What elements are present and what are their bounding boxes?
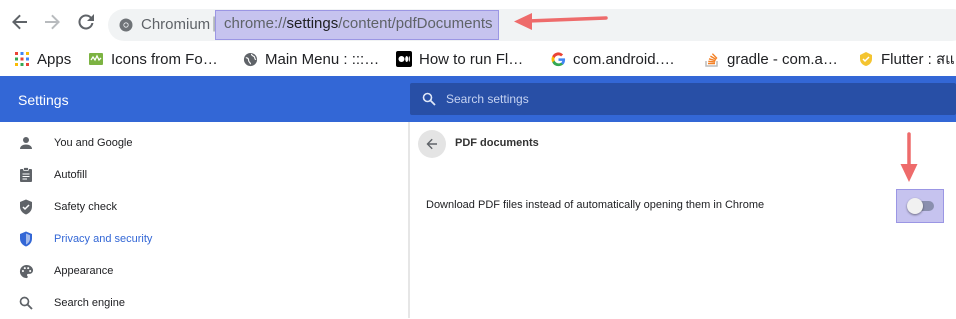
url-text[interactable]: chrome://settings/content/pdfDocuments	[224, 15, 493, 32]
palette-icon	[18, 263, 34, 279]
person-icon	[18, 135, 34, 151]
bookmark-label: Apps	[37, 50, 72, 68]
bookmark-bar: Apps Icons from Fo… Main Menu : :::… How…	[0, 44, 956, 74]
url-host: settings	[286, 15, 339, 32]
bookmark-label: Main Menu : :::…	[265, 50, 380, 68]
bookmark-how-to-run[interactable]: How to run Fl…	[396, 49, 523, 69]
bookmark-main-menu[interactable]: Main Menu : :::…	[242, 49, 379, 69]
sidebar-item-label: You and Google	[54, 137, 133, 149]
sidebar-item-safety-check[interactable]: Safety check	[0, 191, 408, 223]
sidebar-item-label: Safety check	[54, 201, 117, 213]
browser-toolbar: Chromium | chrome://settings/content/pdf…	[0, 0, 956, 44]
forward-arrow-icon[interactable]	[42, 12, 62, 32]
settings-sidebar: You and Google Autofill Safety check Pri…	[0, 122, 408, 318]
clipboard-icon	[18, 167, 34, 183]
sidebar-item-autofill[interactable]: Autofill	[0, 159, 408, 191]
shield-icon	[18, 231, 34, 247]
page-title: PDF documents	[455, 137, 539, 149]
bookmark-apps[interactable]: Apps	[14, 49, 71, 69]
search-icon	[422, 92, 436, 111]
shield-check-icon	[18, 199, 34, 215]
green-bookmark-icon	[88, 51, 104, 67]
bookmark-label: com.android.…	[573, 50, 675, 68]
settings-header: Settings	[0, 76, 956, 122]
bookmark-flutter[interactable]: Flutter : สแ	[858, 49, 955, 69]
url-scheme: chrome://	[224, 15, 287, 32]
yellow-bookmark-icon	[858, 51, 874, 67]
omnibox-origin-label: Chromium	[141, 16, 211, 33]
settings-title: Settings	[18, 92, 69, 108]
url-path: /content/pdfDocuments	[338, 15, 493, 32]
back-button[interactable]	[418, 130, 446, 158]
bookmark-label: Flutter : สแ	[881, 51, 955, 68]
bookmark-gradle[interactable]: gradle - com.a…	[704, 49, 838, 69]
bookmark-label: How to run Fl…	[419, 50, 524, 68]
sidebar-item-label: Autofill	[54, 169, 88, 181]
search-settings-box[interactable]	[410, 83, 956, 115]
sidebar-item-label: Privacy and security	[54, 233, 153, 245]
bookmark-label: Icons from Fo…	[111, 50, 218, 68]
medium-logo-icon	[396, 51, 412, 67]
back-arrow-icon[interactable]	[10, 12, 30, 32]
sidebar-item-search-engine[interactable]: Search engine	[0, 287, 408, 319]
toggle-knob	[907, 198, 923, 214]
sidebar-item-label: Appearance	[54, 265, 114, 277]
search-settings-input[interactable]	[446, 89, 926, 109]
globe-icon	[242, 51, 258, 67]
bookmark-icons-from[interactable]: Icons from Fo…	[88, 49, 218, 69]
sidebar-item-appearance[interactable]: Appearance	[0, 255, 408, 287]
reload-icon[interactable]	[76, 12, 96, 32]
back-arrow-icon	[426, 138, 437, 150]
search-icon	[18, 295, 34, 311]
sidebar-item-privacy-and-security[interactable]: Privacy and security	[0, 223, 408, 255]
chromium-logo-icon	[119, 18, 133, 32]
apps-grid-icon	[14, 51, 30, 67]
google-icon	[550, 51, 566, 67]
bookmark-label: gradle - com.a…	[727, 50, 838, 68]
stackoverflow-icon	[704, 51, 720, 67]
pdf-documents-page: PDF documents Download PDF files instead…	[410, 122, 956, 318]
bookmark-com-android[interactable]: com.android.…	[550, 49, 675, 69]
download-pdf-toggle[interactable]	[907, 198, 934, 214]
download-pdf-preference-label: Download PDF files instead of automatica…	[426, 199, 765, 211]
sidebar-item-you-and-google[interactable]: You and Google	[0, 127, 408, 159]
sidebar-item-label: Search engine	[54, 297, 125, 309]
